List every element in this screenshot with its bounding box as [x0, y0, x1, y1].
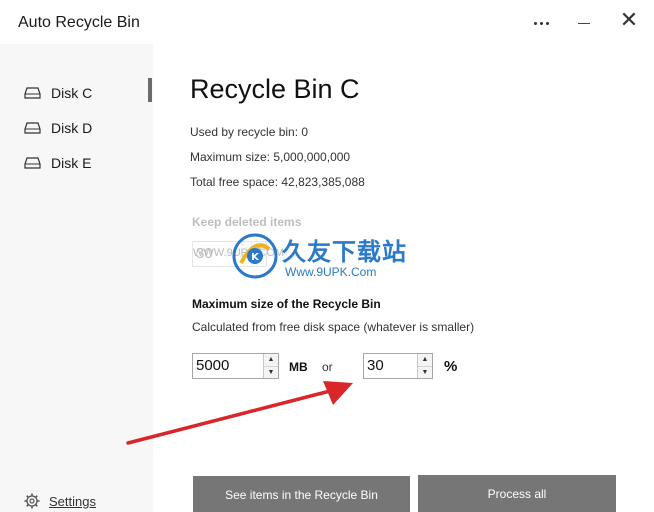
sidebar-item-label: Disk D [51, 120, 93, 136]
percent-unit-label: % [444, 358, 458, 375]
sidebar-item-disk-e[interactable]: Disk E [24, 152, 91, 174]
sidebar-item-disk-d[interactable]: Disk D [24, 117, 92, 139]
gear-icon [24, 493, 40, 509]
decrement-button[interactable]: ▼ [418, 366, 432, 378]
svg-text:K: K [251, 252, 260, 263]
close-button[interactable]: ✕ [614, 8, 644, 36]
maximum-size: Maximum size: 5,000,000,000 [190, 150, 351, 164]
more-horizontal-icon [533, 21, 537, 25]
more-options-button[interactable] [526, 10, 556, 36]
max-size-percent-stepper[interactable]: 30 ▲ ▼ [363, 353, 433, 379]
red-arrow-annotation [126, 381, 353, 445]
max-size-heading: Maximum size of the Recycle Bin [192, 297, 381, 311]
max-size-description: Calculated from free disk space (whateve… [192, 320, 475, 334]
page-title: Recycle Bin C [190, 74, 360, 104]
mb-unit-label: MB [289, 360, 308, 374]
sidebar-item-label: Disk E [51, 155, 92, 171]
sidebar-item-label: Disk C [51, 85, 93, 101]
watermark-url-text: Www.9UPK.Com [285, 265, 377, 279]
minimize-button[interactable] [570, 10, 600, 36]
see-items-button[interactable]: See items in the Recycle Bin [193, 476, 410, 512]
more-dot [539, 21, 543, 25]
used-by-recycle-bin: Used by recycle bin: 0 [190, 125, 309, 139]
disk-drive-icon [24, 157, 41, 169]
disk-drive-icon [24, 122, 41, 134]
app-title: Auto Recycle Bin [18, 14, 140, 31]
sidebar-item-disk-c[interactable]: Disk C [24, 78, 153, 104]
more-dot [545, 21, 549, 25]
increment-button[interactable]: ▲ [264, 354, 278, 367]
watermark-main-text: 久友下载站 [282, 238, 407, 266]
process-all-button[interactable]: Process all [418, 475, 616, 512]
title-bar: Auto Recycle Bin ✕ [0, 0, 654, 44]
keep-deleted-items-heading: Keep deleted items [192, 215, 302, 229]
or-label: or [322, 360, 333, 374]
increment-button[interactable]: ▲ [418, 354, 432, 367]
settings-label: Settings [49, 493, 96, 509]
settings-link[interactable]: Settings [24, 493, 96, 509]
watermark-logo-icon: K [232, 233, 278, 279]
disk-drive-icon [24, 87, 41, 99]
max-size-percent-value[interactable]: 30 [364, 354, 417, 378]
stepper-arrows: ▲ ▼ [417, 354, 432, 378]
total-free-space: Total free space: 42,823,385,088 [190, 175, 365, 189]
